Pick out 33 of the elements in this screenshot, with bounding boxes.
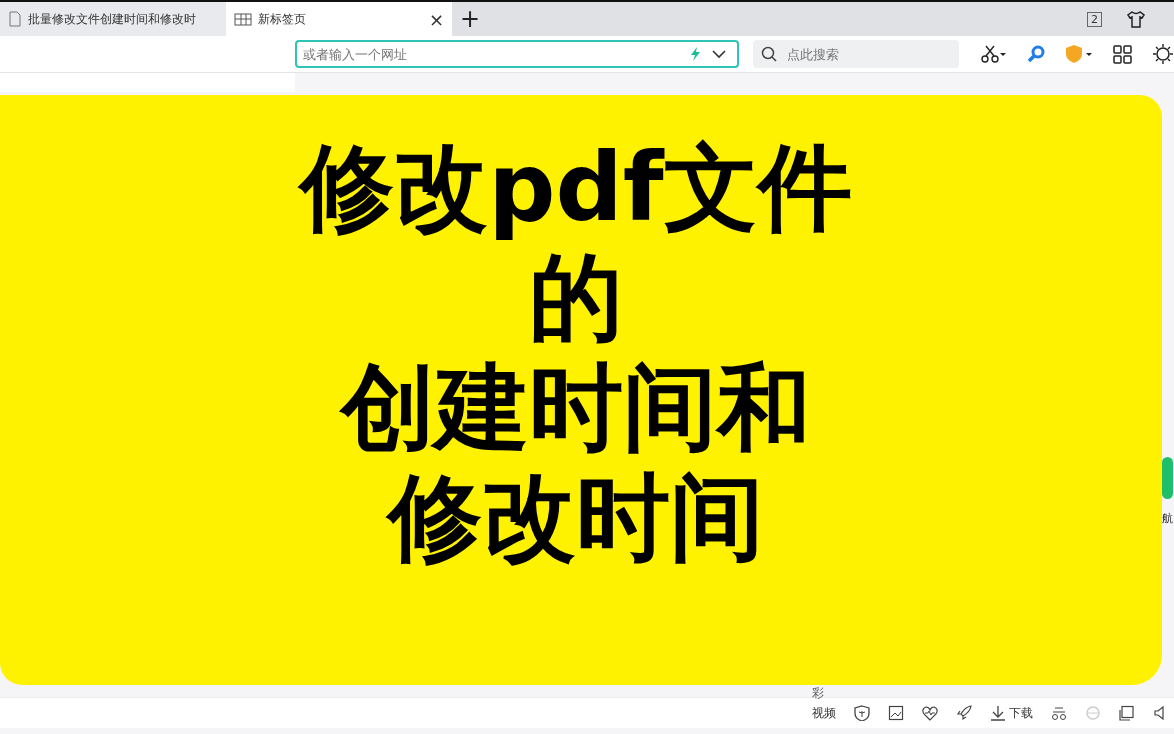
window-icon[interactable] xyxy=(1119,705,1135,721)
download-button[interactable]: 下载 xyxy=(990,704,1033,722)
address-bar[interactable]: 或者输入一个网址 xyxy=(295,40,739,68)
tab-title: 批量修改文件创建时间和修改时 xyxy=(28,10,197,28)
sun-icon[interactable] xyxy=(1152,43,1174,65)
grid-icon[interactable] xyxy=(1113,44,1132,64)
browser-tab[interactable]: 新标签页 × xyxy=(226,2,452,36)
shirt-icon[interactable] xyxy=(1126,9,1146,29)
chevron-down-icon[interactable] xyxy=(711,48,727,60)
partial-label: 彩 xyxy=(812,685,824,702)
search-icon[interactable] xyxy=(761,46,777,62)
image-icon[interactable] xyxy=(888,705,904,721)
video-link[interactable]: 视频 xyxy=(812,704,836,722)
scissors-icon[interactable] xyxy=(981,45,1007,63)
app-tile[interactable] xyxy=(1162,457,1173,499)
browser-tab[interactable]: 批量修改文件创建时间和修改时 xyxy=(0,2,226,36)
tab-count-badge[interactable]: 2 xyxy=(1087,11,1102,27)
download-icon xyxy=(990,705,1006,721)
magnifier-icon[interactable] xyxy=(1027,45,1045,63)
page-icon[interactable] xyxy=(8,11,22,27)
rocket-icon[interactable] xyxy=(956,705,972,721)
search-bar[interactable]: 点此搜索 xyxy=(753,40,959,68)
heart-pulse-icon[interactable] xyxy=(922,705,938,721)
tab-title: 新标签页 xyxy=(258,10,307,28)
app-label: 航 xyxy=(1162,511,1173,526)
glasses-icon[interactable] xyxy=(1051,705,1067,721)
close-button[interactable]: × xyxy=(428,8,444,30)
new-tab-button[interactable]: + xyxy=(460,5,481,33)
address-field[interactable]: 或者输入一个网址 xyxy=(301,45,679,63)
shield-icon[interactable] xyxy=(854,705,870,721)
title-line: 的 xyxy=(529,243,624,353)
search-field[interactable]: 点此搜索 xyxy=(785,45,951,63)
title-line: 创建时间和 xyxy=(341,353,812,463)
